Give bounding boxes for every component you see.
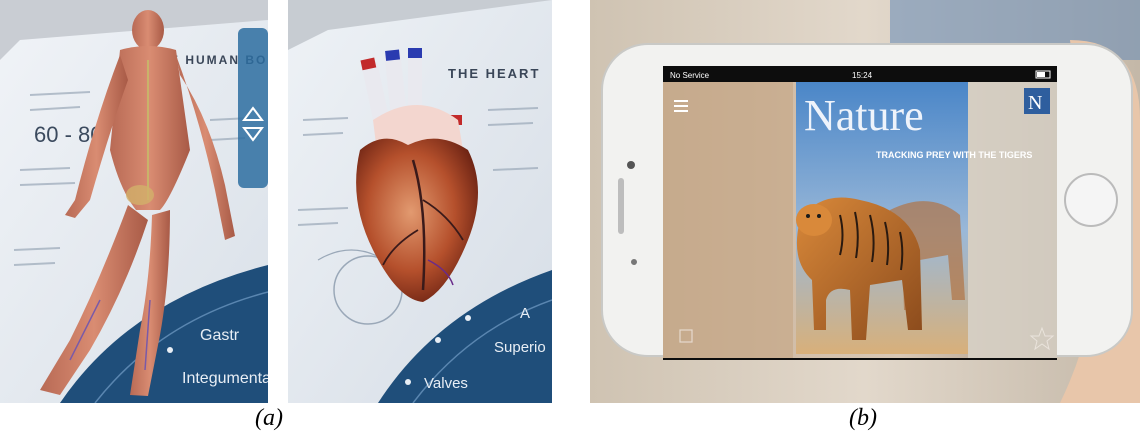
corner-logo-text: N <box>1028 92 1042 114</box>
caption-a: (a) <box>255 405 283 431</box>
figure: THE HUMAN BODY 60 - 80 Gastr Integumenta <box>0 0 1140 443</box>
phone-speaker <box>618 178 624 234</box>
magazine-title: Nature <box>804 91 924 140</box>
caption-b: (b) <box>849 405 877 431</box>
label-a: A <box>520 305 530 322</box>
panel-a-heart-photo: THE HEART A Superio Valves <box>288 0 552 403</box>
poster-title-heart: THE HEART <box>448 66 540 81</box>
status-carrier: No Service <box>670 71 710 80</box>
label-gastr: Gastr <box>200 327 240 344</box>
phone-ar-scene: No Service 15:24 Nature TRACKING PREY WI… <box>590 0 1140 403</box>
panel-b-phone-photo: No Service 15:24 Nature TRACKING PREY WI… <box>590 0 1140 403</box>
label-integumentary: Integumenta <box>182 370 268 387</box>
body-ar-scene: THE HUMAN BODY 60 - 80 Gastr Integumenta <box>0 0 268 403</box>
status-time: 15:24 <box>852 71 873 80</box>
label-superior: Superio <box>494 339 546 356</box>
cover-headline: TRACKING PREY WITH THE TIGERS <box>876 150 1032 160</box>
home-button[interactable] <box>1064 173 1118 227</box>
label-valves: Valves <box>424 375 468 392</box>
phone-camera <box>627 161 635 169</box>
panel-a-body-photo: THE HUMAN BODY 60 - 80 Gastr Integumenta <box>0 0 268 403</box>
menu-icon[interactable] <box>674 100 688 112</box>
heart-ar-scene: THE HEART A Superio Valves <box>288 0 552 403</box>
